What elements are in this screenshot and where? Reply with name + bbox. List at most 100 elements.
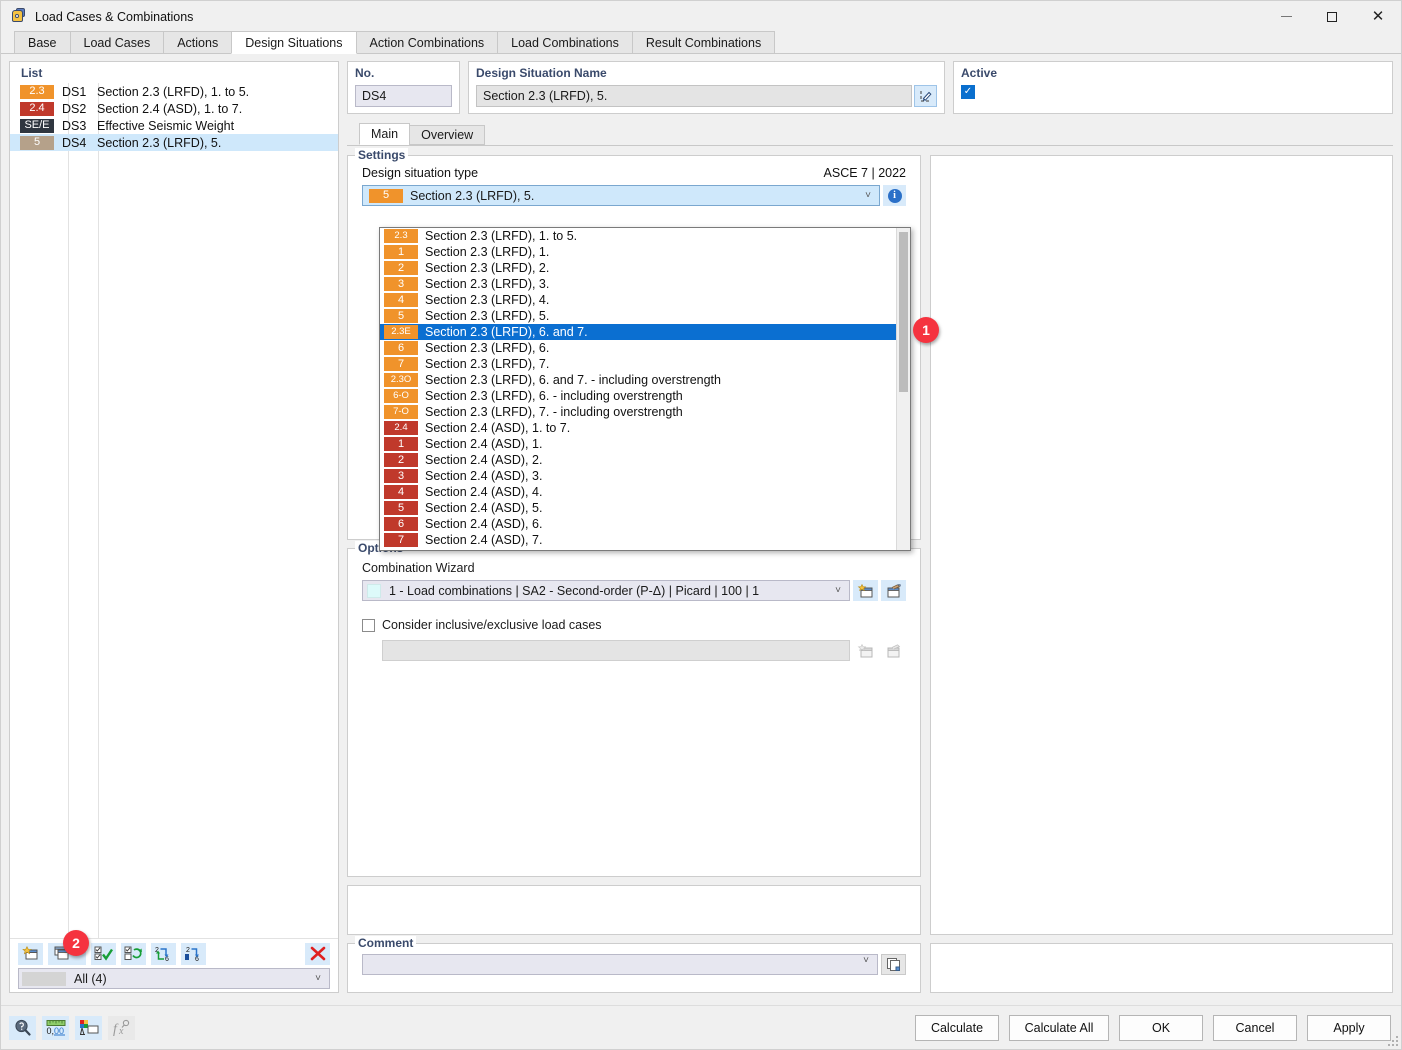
selected-type-text: Section 2.3 (LRFD), 5. xyxy=(410,188,535,203)
dropdown-option-badge: 5 xyxy=(384,309,418,323)
list-item-name: Effective Seismic Weight xyxy=(97,118,235,133)
ok-button[interactable]: OK xyxy=(1119,1014,1203,1041)
dropdown-option[interactable]: 6-O Section 2.3 (LRFD), 6. - including ov… xyxy=(380,388,910,404)
dropdown-option[interactable]: 1 Section 2.3 (LRFD), 1. xyxy=(380,244,910,260)
standard-label: ASCE 7 | 2022 xyxy=(823,166,906,180)
new-wizard-icon[interactable] xyxy=(853,580,878,601)
active-checkbox[interactable]: ✓ xyxy=(961,85,975,99)
svg-text:2: 2 xyxy=(186,947,190,954)
tab-label: Actions xyxy=(177,35,219,50)
dropdown-option[interactable]: 7-O Section 2.3 (LRFD), 7. - including ov… xyxy=(380,404,910,420)
tab-design-situations[interactable]: Design Situations xyxy=(231,31,357,54)
dropdown-option-label: Section 2.3 (LRFD), 6. and 7. - includin… xyxy=(425,373,721,387)
dropdown-option[interactable]: 1 Section 2.4 (ASD), 1. xyxy=(380,436,910,452)
consider-inclusive-exclusive-label: Consider inclusive/exclusive load cases xyxy=(382,618,602,632)
close-icon[interactable]: ✕ xyxy=(1355,1,1401,32)
dropdown-option[interactable]: 2.3E Section 2.3 (LRFD), 6. and 7. xyxy=(380,324,910,340)
dropdown-option-label: Section 2.4 (ASD), 1. xyxy=(425,437,543,451)
list-filter-combo[interactable]: All (4) ˅ xyxy=(18,968,330,989)
chevron-down-icon: ˅ xyxy=(865,190,871,201)
inclusive-exclusive-field xyxy=(382,640,850,661)
dropdown-option-label: Section 2.3 (LRFD), 1. to 5. xyxy=(425,229,578,243)
list-item[interactable]: SE/E DS3 Effective Seismic Weight xyxy=(10,117,338,134)
dropdown-option[interactable]: 2 Section 2.4 (ASD), 2. xyxy=(380,452,910,468)
dropdown-option-label: Section 2.3 (LRFD), 6. xyxy=(425,341,550,355)
calculate-button[interactable]: Calculate xyxy=(915,1014,999,1041)
active-label: Active xyxy=(961,66,998,80)
list-item[interactable]: 2.4 DS2 Section 2.4 (ASD), 1. to 7. xyxy=(10,100,338,117)
dropdown-option-label: Section 2.4 (ASD), 4. xyxy=(425,485,543,499)
tab-base[interactable]: Base xyxy=(14,31,71,53)
maximize-icon[interactable] xyxy=(1309,1,1355,32)
resize-grip[interactable] xyxy=(1388,1036,1398,1046)
list-item-name: Section 2.3 (LRFD), 1. to 5. xyxy=(97,84,250,99)
list-item-badge: 2.3 xyxy=(20,84,54,99)
dropdown-option[interactable]: 2.4 Section 2.4 (ASD), 1. to 7. xyxy=(380,420,910,436)
dropdown-option[interactable]: 4 Section 2.3 (LRFD), 4. xyxy=(380,292,910,308)
no-input[interactable]: DS4 xyxy=(355,85,452,107)
ruler-units-icon[interactable]: 0, 00 xyxy=(42,1015,69,1040)
dropdown-option[interactable]: 2 Section 2.3 (LRFD), 2. xyxy=(380,260,910,276)
dropdown-option[interactable]: 5 Section 2.4 (ASD), 5. xyxy=(380,500,910,516)
design-situation-name-input[interactable]: Section 2.3 (LRFD), 5. xyxy=(476,85,912,107)
chevron-down-icon: ˅ xyxy=(835,585,841,596)
tab-action-combinations[interactable]: Action Combinations xyxy=(355,31,499,53)
dropdown-option[interactable]: 7 Section 2.4 (ASD), 7. xyxy=(380,532,910,548)
info-button[interactable]: i xyxy=(883,185,906,206)
dropdown-option-badge: 2.4 xyxy=(384,421,418,435)
tab-label: Load Combinations xyxy=(511,35,619,50)
renumber-button[interactable]: 2 6 xyxy=(151,942,176,965)
delete-item-button[interactable] xyxy=(305,942,330,965)
detail-tab-main[interactable]: Main xyxy=(359,123,411,145)
copy-comment-icon[interactable] xyxy=(881,954,906,975)
list-item-number: DS4 xyxy=(62,135,87,150)
question-magnifier-icon[interactable] xyxy=(9,1015,36,1040)
list-item[interactable]: 5 DS4 Section 2.3 (LRFD), 5. xyxy=(10,134,338,151)
comment-group-title: Comment xyxy=(355,936,417,950)
design-situation-type-combo[interactable]: 5 Section 2.3 (LRFD), 5. ˅ xyxy=(362,185,880,206)
invert-selection-button[interactable] xyxy=(121,942,146,965)
select-all-button[interactable] xyxy=(91,942,116,965)
edit-wizard-icon[interactable] xyxy=(881,580,906,601)
tab-load-combinations[interactable]: Load Combinations xyxy=(497,31,633,53)
tab-actions[interactable]: Actions xyxy=(163,31,233,53)
consider-inclusive-exclusive-checkbox[interactable] xyxy=(362,618,375,632)
edit-pencil-icon[interactable] xyxy=(914,85,937,107)
list-item-number: DS3 xyxy=(62,118,87,133)
list-item[interactable]: 2.3 DS1 Section 2.3 (LRFD), 1. to 5. xyxy=(10,83,338,100)
design-situation-name-label: Design Situation Name xyxy=(476,66,607,80)
detail-tab-overview[interactable]: Overview xyxy=(409,125,486,145)
tab-label: Base xyxy=(28,35,57,50)
dropdown-option[interactable]: 6 Section 2.3 (LRFD), 6. xyxy=(380,340,910,356)
calculate-all-button[interactable]: Calculate All xyxy=(1009,1014,1109,1041)
comment-input[interactable]: ˅ xyxy=(362,954,878,975)
cancel-button[interactable]: Cancel xyxy=(1213,1014,1297,1041)
options-group: Options Combination Wizard 1 - Load comb… xyxy=(347,541,921,877)
dropdown-option[interactable]: 3 Section 2.3 (LRFD), 3. xyxy=(380,276,910,292)
minimize-icon[interactable] xyxy=(1263,1,1309,32)
chevron-down-icon: ˅ xyxy=(863,955,869,966)
tab-result-combinations[interactable]: Result Combinations xyxy=(631,31,776,53)
dropdown-option[interactable]: 4 Section 2.4 (ASD), 4. xyxy=(380,484,910,500)
renumber-selected-button[interactable]: 2 6 xyxy=(181,942,206,965)
footer-buttons: Calculate Calculate All OK Cancel Apply xyxy=(915,1014,1391,1041)
color-palette-icon[interactable] xyxy=(75,1015,102,1040)
new-item-button[interactable] xyxy=(18,942,43,965)
dropdown-option-badge: 6 xyxy=(384,517,418,531)
tab-load-cases[interactable]: Load Cases xyxy=(69,31,165,53)
dropdown-option-label: Section 2.3 (LRFD), 2. xyxy=(425,261,550,275)
dropdown-option[interactable]: 5 Section 2.3 (LRFD), 5. xyxy=(380,308,910,324)
dropdown-option[interactable]: 6 Section 2.4 (ASD), 6. xyxy=(380,516,910,532)
combination-wizard-combo[interactable]: 1 - Load combinations | SA2 - Second-ord… xyxy=(362,580,850,601)
dropdown-scroll-thumb[interactable] xyxy=(899,232,908,392)
button-label: Apply xyxy=(1333,1020,1365,1035)
dropdown-option[interactable]: 7 Section 2.3 (LRFD), 7. xyxy=(380,356,910,372)
dropdown-scrollbar[interactable] xyxy=(896,228,910,550)
no-field-box: No. DS4 xyxy=(347,61,460,114)
design-situation-type-dropdown[interactable]: 2.3 Section 2.3 (LRFD), 1. to 5. 1 Section … xyxy=(379,227,911,551)
dropdown-option-badge: 2 xyxy=(384,453,418,467)
dropdown-option[interactable]: 2.3 Section 2.3 (LRFD), 1. to 5. xyxy=(380,228,910,244)
dropdown-option[interactable]: 2.3O Section 2.3 (LRFD), 6. and 7. - incl… xyxy=(380,372,910,388)
apply-button[interactable]: Apply xyxy=(1307,1014,1391,1041)
dropdown-option[interactable]: 3 Section 2.4 (ASD), 3. xyxy=(380,468,910,484)
